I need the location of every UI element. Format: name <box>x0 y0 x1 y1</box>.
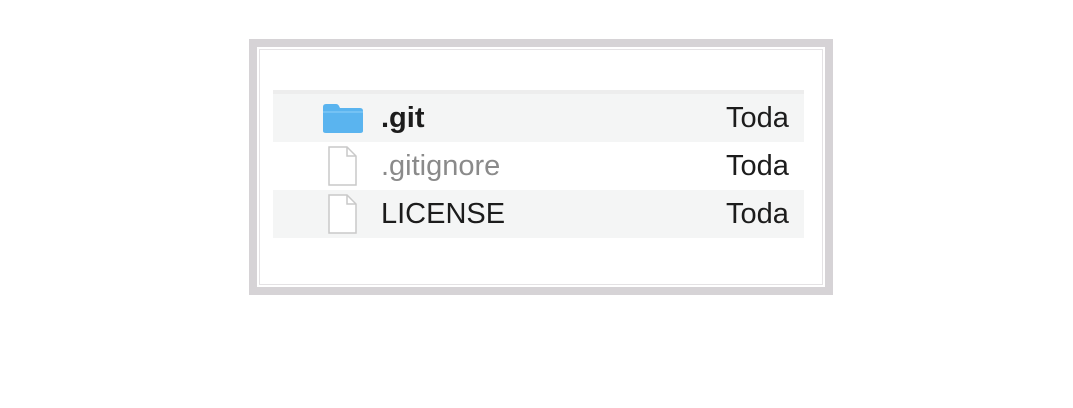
file-list-panel: .git Toda .gitignore Toda LICENSE Toda <box>259 49 823 285</box>
file-name: LICENSE <box>381 198 506 230</box>
file-row-gitignore[interactable]: .gitignore Toda <box>273 142 804 190</box>
file-row-git[interactable]: .git Toda <box>273 94 804 142</box>
file-date-modified: Toda <box>726 150 789 182</box>
document-icon <box>321 194 365 234</box>
file-name: .gitignore <box>381 150 501 182</box>
file-date-modified: Toda <box>726 198 789 230</box>
file-name: .git <box>381 102 425 134</box>
finder-window-crop: .git Toda .gitignore Toda LICENSE Toda <box>249 39 833 295</box>
file-list: .git Toda .gitignore Toda LICENSE Toda <box>273 90 804 238</box>
file-date-modified: Toda <box>726 102 789 134</box>
document-icon <box>321 146 365 186</box>
folder-icon <box>321 102 365 134</box>
file-row-license[interactable]: LICENSE Toda <box>273 190 804 238</box>
